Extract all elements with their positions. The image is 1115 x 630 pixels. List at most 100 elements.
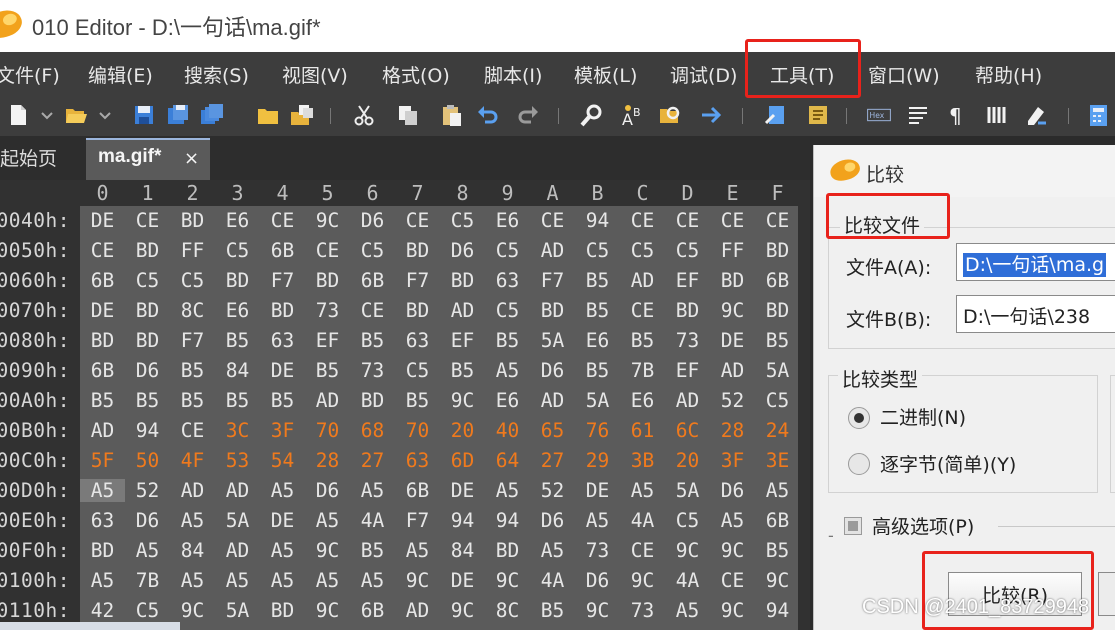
hex-byte[interactable]: 3F: [710, 449, 755, 472]
hex-byte[interactable]: 6C: [665, 419, 710, 442]
hex-byte[interactable]: 63: [395, 329, 440, 352]
hex-byte[interactable]: 63: [485, 269, 530, 292]
hex-byte[interactable]: AD: [440, 299, 485, 322]
hex-byte[interactable]: B5: [485, 329, 530, 352]
hex-byte[interactable]: CE: [530, 209, 575, 232]
open-folder-icon[interactable]: [64, 103, 88, 127]
hex-view-icon[interactable]: Hex: [860, 103, 898, 127]
hex-editor[interactable]: 0123456789ABCDEF 0040h: DE CE BD E6 CE 9C D6 CE C…: [0, 180, 810, 630]
hex-byte[interactable]: AD: [170, 479, 215, 502]
hex-byte[interactable]: A5: [575, 509, 620, 532]
hex-byte[interactable]: BD: [440, 269, 485, 292]
hex-byte[interactable]: 24: [755, 419, 800, 442]
hex-byte[interactable]: CE: [260, 209, 305, 232]
hex-byte[interactable]: E6: [215, 299, 260, 322]
save-all-icon[interactable]: [200, 103, 224, 127]
menu-help[interactable]: 帮助(H): [975, 61, 1042, 88]
hex-byte[interactable]: D6: [350, 209, 395, 232]
hex-byte[interactable]: 5A: [755, 359, 800, 382]
menu-debug[interactable]: 调试(D): [670, 61, 737, 88]
hex-byte[interactable]: F7: [395, 509, 440, 532]
hex-byte[interactable]: 40: [485, 419, 530, 442]
hex-byte[interactable]: C5: [755, 389, 800, 412]
hex-byte[interactable]: 6D: [440, 449, 485, 472]
hex-byte[interactable]: A5: [530, 539, 575, 562]
hex-byte[interactable]: 6B: [395, 479, 440, 502]
goto-icon[interactable]: [700, 103, 724, 127]
tab-ma-gif[interactable]: ma.gif* ×: [86, 138, 210, 180]
advanced-options-label[interactable]: 高级选项(P): [872, 512, 974, 539]
hex-byte[interactable]: 84: [215, 359, 260, 382]
hex-byte[interactable]: BD: [80, 539, 125, 562]
hex-byte[interactable]: B5: [170, 359, 215, 382]
hex-byte[interactable]: A5: [260, 539, 305, 562]
hex-byte[interactable]: 7B: [620, 359, 665, 382]
hex-byte[interactable]: 29: [575, 449, 620, 472]
hex-byte[interactable]: B5: [125, 389, 170, 412]
hex-byte[interactable]: C5: [485, 239, 530, 262]
hex-byte[interactable]: B5: [215, 329, 260, 352]
hex-byte[interactable]: A5: [710, 509, 755, 532]
hex-byte[interactable]: CE: [125, 209, 170, 232]
hex-byte[interactable]: EF: [665, 269, 710, 292]
script-icon[interactable]: [764, 103, 788, 127]
file-a-input[interactable]: D:\一句话\ma.g: [956, 243, 1115, 281]
hex-byte[interactable]: 94: [440, 509, 485, 532]
hex-byte[interactable]: 7B: [125, 569, 170, 592]
hex-byte[interactable]: CE: [755, 209, 800, 232]
binary-label[interactable]: 二进制(N): [880, 403, 966, 430]
columns-icon[interactable]: [986, 103, 1010, 127]
hex-byte[interactable]: 61: [620, 419, 665, 442]
hex-byte[interactable]: 3C: [215, 419, 260, 442]
menu-search[interactable]: 搜索(S): [184, 61, 249, 88]
hex-byte[interactable]: AD: [530, 239, 575, 262]
hex-byte[interactable]: CE: [665, 209, 710, 232]
hex-byte[interactable]: 94: [125, 419, 170, 442]
hex-byte[interactable]: CE: [620, 299, 665, 322]
hex-byte[interactable]: E6: [485, 209, 530, 232]
hex-byte[interactable]: BD: [665, 299, 710, 322]
hex-byte[interactable]: BD: [485, 539, 530, 562]
hex-byte[interactable]: C5: [575, 239, 620, 262]
menu-template[interactable]: 模板(L): [574, 61, 637, 88]
replace-icon[interactable]: AB: [620, 103, 644, 127]
hex-byte[interactable]: 27: [350, 449, 395, 472]
hex-byte[interactable]: 9C: [170, 599, 215, 622]
hex-byte[interactable]: BD: [170, 209, 215, 232]
hex-byte[interactable]: 9C: [710, 599, 755, 622]
hex-byte[interactable]: C5: [125, 599, 170, 622]
hex-byte[interactable]: 42: [80, 599, 125, 622]
hex-byte[interactable]: 64: [485, 449, 530, 472]
hex-byte[interactable]: 9C: [755, 569, 800, 592]
hex-byte[interactable]: 6B: [80, 359, 125, 382]
hex-byte[interactable]: A5: [125, 539, 170, 562]
hex-byte[interactable]: D6: [440, 239, 485, 262]
bytewise-radio[interactable]: [848, 453, 870, 475]
hex-byte[interactable]: A5: [395, 539, 440, 562]
hex-byte[interactable]: D6: [530, 359, 575, 382]
hex-byte[interactable]: CE: [305, 239, 350, 262]
bytewise-label[interactable]: 逐字节(简单)(Y): [880, 450, 1016, 477]
hex-byte[interactable]: A5: [215, 569, 260, 592]
pilcrow-icon[interactable]: ¶: [944, 103, 968, 127]
advanced-options-checkbox[interactable]: [844, 517, 862, 535]
hex-byte[interactable]: 9C: [395, 569, 440, 592]
hex-byte[interactable]: DE: [710, 329, 755, 352]
hex-byte[interactable]: CE: [620, 209, 665, 232]
open-dropdown-icon[interactable]: [98, 103, 112, 127]
hex-byte[interactable]: D6: [710, 479, 755, 502]
hex-byte[interactable]: A5: [350, 569, 395, 592]
hex-byte[interactable]: 27: [530, 449, 575, 472]
hex-byte[interactable]: B5: [305, 359, 350, 382]
hex-byte[interactable]: BD: [395, 299, 440, 322]
hex-byte[interactable]: 53: [215, 449, 260, 472]
hex-byte[interactable]: 63: [395, 449, 440, 472]
hex-byte[interactable]: 6B: [755, 509, 800, 532]
hex-byte[interactable]: 9C: [710, 539, 755, 562]
hex-byte[interactable]: E6: [620, 389, 665, 412]
hex-byte[interactable]: 76: [575, 419, 620, 442]
hex-byte[interactable]: BD: [125, 329, 170, 352]
hex-byte[interactable]: BD: [260, 599, 305, 622]
hex-byte[interactable]: F7: [260, 269, 305, 292]
hex-byte[interactable]: 9C: [665, 539, 710, 562]
